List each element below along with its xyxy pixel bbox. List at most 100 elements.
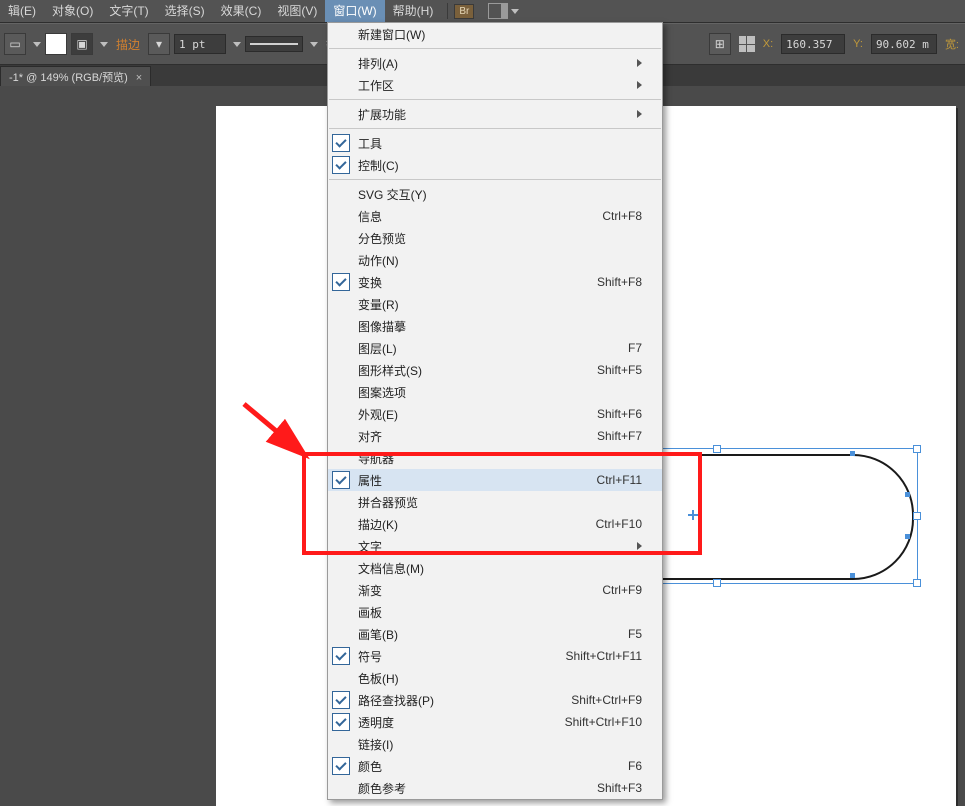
menu-item[interactable]: 色板(H) [328,667,662,689]
arrange-documents-button[interactable] [488,3,508,19]
resize-handle-br[interactable] [913,579,921,587]
menu-item[interactable]: 链接(I) [328,733,662,755]
menu-item[interactable]: 导航器 [328,447,662,469]
menu-item[interactable]: SVG 交互(Y) [328,183,662,205]
align-grid-icon[interactable] [739,36,755,52]
chevron-down-icon[interactable] [33,42,41,47]
menu-item[interactable]: 动作(N) [328,249,662,271]
stroke-swatch[interactable]: ▣ [71,33,93,55]
y-field[interactable]: 90.602 m [871,34,937,54]
menu-item[interactable]: 新建窗口(W) [328,23,662,45]
menu-item[interactable]: 画板 [328,601,662,623]
resize-handle-mr[interactable] [913,512,921,520]
menu-item[interactable]: 外观(E) Shift+F6 [328,403,662,425]
chevron-right-icon [637,59,642,67]
menu-item-shortcut: Shift+F7 [597,429,642,443]
transform-icon[interactable]: ⊞ [709,33,731,55]
menu-item[interactable]: 工作区 [328,74,662,96]
menu-item-label: 工作区 [358,77,394,94]
w-label: 宽: [945,36,959,52]
menu-item-shortcut: Ctrl+F8 [602,209,642,223]
menu-item[interactable]: 透明度Shift+Ctrl+F10 [328,711,662,733]
menu-item-shortcut: Shift+F6 [597,407,642,421]
menu-item[interactable]: 拼合器预览 [328,491,662,513]
resize-handle-bm[interactable] [713,579,721,587]
menu-item[interactable]: 图案选项 [328,381,662,403]
menu-item-label: 分色预览 [358,230,406,247]
selection-tool-icon[interactable]: ▭ [4,33,26,55]
menu-item-shortcut: Shift+Ctrl+F9 [571,693,642,707]
menu-item[interactable]: 排列(A) [328,52,662,74]
anchor-point[interactable] [850,451,855,456]
menu-edit[interactable]: 辑(E) [0,0,44,22]
menu-item[interactable]: 信息Ctrl+F8 [328,205,662,227]
menu-help[interactable]: 帮助(H) [385,0,442,22]
menu-item-label: 变换 [358,274,382,291]
menu-divider [329,128,661,129]
menu-item[interactable]: 工具 [328,132,662,154]
menu-item-label: 文字 [358,538,382,555]
menu-item-shortcut: Shift+F8 [597,275,642,289]
menu-item-label: 色板(H) [358,670,399,687]
menu-item[interactable]: 颜色F6 [328,755,662,777]
menu-item[interactable]: 图层(L)F7 [328,337,662,359]
anchor-point[interactable] [905,534,910,539]
menu-type[interactable]: 文字(T) [101,0,156,22]
stroke-weight-field[interactable]: 1 pt [174,34,226,54]
menu-effect[interactable]: 效果(C) [213,0,270,22]
menu-item-shortcut: Shift+F3 [597,781,642,795]
menu-item[interactable]: 文字 [328,535,662,557]
stroke-label: 描边 [112,36,144,53]
bridge-button[interactable]: Br [454,4,474,19]
menu-item[interactable]: 符号Shift+Ctrl+F11 [328,645,662,667]
menu-item[interactable]: 变换 Shift+F8 [328,271,662,293]
menu-window[interactable]: 窗口(W) [325,0,384,22]
menu-item-label: 控制(C) [358,157,399,174]
menu-item[interactable]: 属性Ctrl+F11 [328,469,662,491]
menu-item-label: 颜色 [358,758,382,775]
menu-item-shortcut: Shift+F5 [597,363,642,377]
menu-object[interactable]: 对象(O) [44,0,101,22]
chevron-right-icon [637,81,642,89]
check-icon [332,134,350,152]
menu-item[interactable]: 画笔(B)F5 [328,623,662,645]
menu-item[interactable]: 对齐 Shift+F7 [328,425,662,447]
check-icon [332,273,350,291]
chevron-down-icon[interactable] [310,42,318,47]
menu-item[interactable]: 图形样式(S)Shift+F5 [328,359,662,381]
chevron-down-icon[interactable] [100,42,108,47]
resize-handle-tr[interactable] [913,445,921,453]
menu-item[interactable]: 图像描摹 [328,315,662,337]
stroke-decrement[interactable]: ▾ [148,33,170,55]
menu-item[interactable]: 变量(R) [328,293,662,315]
anchor-point[interactable] [905,492,910,497]
menu-item-shortcut: Ctrl+F10 [596,517,642,531]
menu-item[interactable]: 描边(K)Ctrl+F10 [328,513,662,535]
menu-select[interactable]: 选择(S) [157,0,213,22]
menu-item-label: 颜色参考 [358,780,406,797]
menu-item-label: 画板 [358,604,382,621]
window-menu-dropdown: 新建窗口(W) 排列(A) 工作区扩展功能工具控制(C) SVG 交互(Y) 信息Ctr… [327,22,663,800]
check-icon [332,156,350,174]
menu-item-label: 外观(E) [358,406,398,423]
menu-item[interactable]: 路径查找器(P)Shift+Ctrl+F9 [328,689,662,711]
menu-item[interactable]: 颜色参考 Shift+F3 [328,777,662,799]
anchor-point[interactable] [850,573,855,578]
menu-item-label: 工具 [358,135,382,152]
menu-item-label: 对齐 [358,428,382,445]
fill-swatch[interactable] [45,33,67,55]
menu-item[interactable]: 分色预览 [328,227,662,249]
menu-divider [329,179,661,180]
resize-handle-tm[interactable] [713,445,721,453]
x-field[interactable]: 160.357 [781,34,845,54]
menu-item[interactable]: 控制(C) [328,154,662,176]
menu-item[interactable]: 文档信息(M) [328,557,662,579]
menu-item-label: 画笔(B) [358,626,398,643]
menu-item-shortcut: Shift+Ctrl+F10 [565,715,642,729]
chevron-down-icon[interactable] [233,42,241,47]
stroke-style-preview[interactable] [245,36,303,52]
menu-item[interactable]: 扩展功能 [328,103,662,125]
menu-view[interactable]: 视图(V) [269,0,325,22]
menu-item-label: SVG 交互(Y) [358,186,427,203]
menu-item[interactable]: 渐变Ctrl+F9 [328,579,662,601]
